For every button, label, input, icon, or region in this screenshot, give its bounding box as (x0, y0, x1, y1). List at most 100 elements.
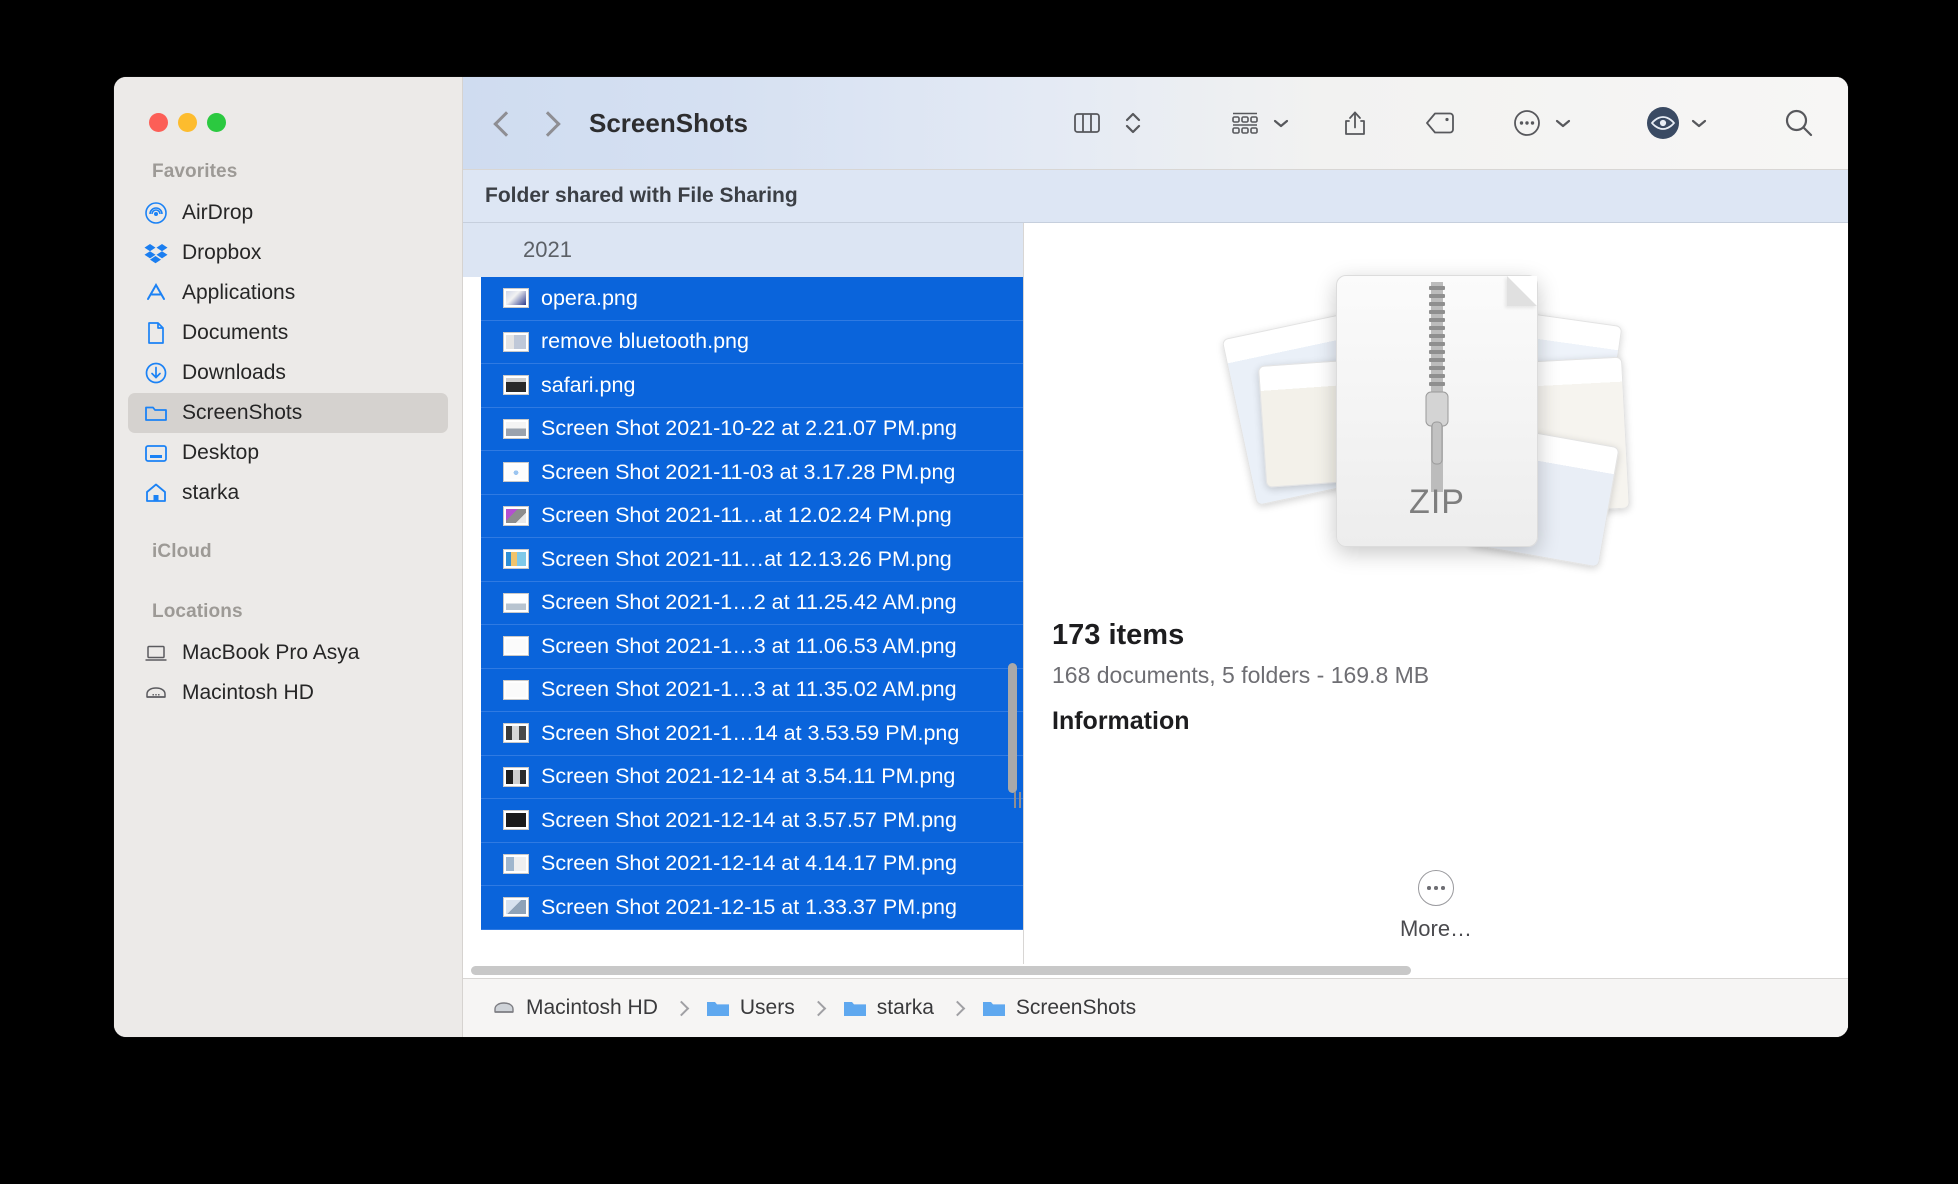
sidebar-item-label: ScreenShots (182, 401, 303, 424)
chevron-right-icon (949, 1000, 966, 1016)
list-item[interactable]: Screen Shot 2021-12-14 at 4.14.17 PM.png (481, 842, 1023, 886)
group-icon[interactable] (1222, 103, 1268, 143)
share-button[interactable] (1332, 103, 1378, 143)
more-actions-icon[interactable] (1504, 103, 1550, 143)
list-item[interactable]: Screen Shot 2021-11…at 12.02.24 PM.png (481, 494, 1023, 538)
sidebar-section-title: iCloud (152, 541, 212, 562)
close-button[interactable] (149, 112, 168, 132)
sidebar-item-screenshots[interactable]: ScreenShots (128, 393, 448, 433)
arrange-stepper-icon[interactable] (1110, 103, 1156, 143)
window-body: Favorites AirDrop Dropbox Applications D… (114, 77, 1848, 1037)
horizontal-scrollbar-thumb[interactable] (471, 966, 1411, 975)
file-name: Screen Shot 2021-12-14 at 3.57.57 PM.png (541, 807, 957, 832)
minimize-button[interactable] (178, 112, 197, 132)
file-name: Screen Shot 2021-1…3 at 11.35.02 AM.png (541, 677, 957, 702)
breadcrumb-item-starka[interactable]: starka (842, 996, 934, 1020)
information-heading: Information (1052, 707, 1190, 735)
file-name: Screen Shot 2021-1…14 at 3.53.59 PM.png (541, 720, 960, 745)
folder-blue-icon (842, 997, 868, 1019)
search-icon[interactable] (1776, 103, 1822, 143)
breadcrumb-item-macintosh-hd[interactable]: Macintosh HD (491, 996, 658, 1020)
chevron-down-icon[interactable] (1270, 112, 1292, 134)
sidebar-item-label: starka (182, 481, 240, 504)
list-item[interactable]: Screen Shot 2021-11…at 12.13.26 PM.png (481, 538, 1023, 582)
forward-button[interactable] (539, 109, 555, 137)
file-name: Screen Shot 2021-11…at 12.02.24 PM.png (541, 503, 952, 528)
image-thumb-icon (503, 636, 529, 657)
window-controls (114, 77, 462, 133)
sidebar-item-label: Macintosh HD (182, 681, 314, 704)
document-icon (144, 321, 168, 345)
vertical-scrollbar[interactable] (1008, 663, 1017, 793)
file-list[interactable]: opera.png remove bluetooth.png safari.pn… (463, 277, 1023, 978)
sidebar-item-airdrop[interactable]: AirDrop (128, 193, 448, 233)
laptop-icon (144, 641, 168, 665)
image-thumb-icon (503, 897, 529, 918)
list-item[interactable]: Screen Shot 2021-1…14 at 3.53.59 PM.png (481, 712, 1023, 756)
list-item[interactable]: Screen Shot 2021-1…2 at 11.25.42 AM.png (481, 581, 1023, 625)
zip-preview-illustration: ZIP (1221, 265, 1646, 585)
image-thumb-icon (503, 288, 529, 309)
share-banner: Folder shared with File Sharing (463, 170, 1848, 223)
back-button[interactable] (495, 109, 511, 137)
sidebar-item-macbook-pro-asya[interactable]: MacBook Pro Asya (128, 633, 448, 673)
navigation-buttons (495, 109, 555, 137)
chevron-down-icon[interactable] (1688, 112, 1710, 134)
sidebar-item-desktop[interactable]: Desktop (128, 433, 448, 473)
sidebar-item-applications[interactable]: Applications (128, 273, 448, 313)
list-item[interactable]: safari.png (481, 364, 1023, 408)
list-item[interactable]: Screen Shot 2021-12-14 at 3.57.57 PM.png (481, 799, 1023, 843)
column-view-button[interactable] (1064, 103, 1110, 143)
airdrop-icon (144, 201, 168, 225)
home-icon (144, 481, 168, 505)
eye-icon[interactable] (1640, 103, 1686, 143)
sidebar-item-macintosh-hd[interactable]: Macintosh HD (128, 673, 448, 713)
list-item[interactable]: Screen Shot 2021-10-22 at 2.21.07 PM.png (481, 407, 1023, 451)
more-actions-control (1504, 103, 1574, 143)
zoom-button[interactable] (207, 112, 226, 132)
more-button[interactable]: More… (1024, 870, 1848, 942)
harddisk-icon (491, 997, 517, 1019)
image-thumb-icon (503, 853, 529, 874)
chevron-right-icon (673, 1000, 690, 1016)
page-title: ScreenShots (589, 107, 748, 138)
more-label: More… (1399, 916, 1473, 941)
folder-blue-icon (981, 997, 1007, 1019)
quicklook-control (1640, 103, 1710, 143)
group-by-control (1222, 103, 1292, 143)
list-item[interactable]: Screen Shot 2021-12-14 at 3.54.11 PM.png (481, 755, 1023, 799)
file-name: opera.png (541, 285, 638, 310)
file-name: safari.png (541, 372, 636, 397)
main-area: ScreenShots Folder shared with File Shar… (463, 77, 1848, 1037)
sidebar-item-documents[interactable]: Documents (128, 313, 448, 353)
sidebar-item-starka[interactable]: starka (128, 473, 448, 513)
sidebar-section-title: Favorites (152, 161, 238, 182)
column-resize-handle[interactable] (1010, 789, 1024, 811)
list-item[interactable]: Screen Shot 2021-12-15 at 1.33.37 PM.png (481, 886, 1023, 930)
list-item[interactable]: Screen Shot 2021-1…3 at 11.35.02 AM.png (481, 668, 1023, 712)
dropbox-icon (144, 241, 168, 265)
breadcrumb-item-users[interactable]: Users (705, 996, 795, 1020)
list-item[interactable]: opera.png (481, 277, 1023, 321)
folder-icon (144, 401, 168, 425)
list-item[interactable]: Screen Shot 2021-1…3 at 11.06.53 AM.png (481, 625, 1023, 669)
sidebar-item-dropbox[interactable]: Dropbox (128, 233, 448, 273)
sidebar-item-label: Downloads (182, 361, 286, 384)
zipper-graphic (1425, 282, 1449, 492)
list-item[interactable]: remove bluetooth.png (481, 320, 1023, 364)
sidebar-item-downloads[interactable]: Downloads (128, 353, 448, 393)
image-thumb-icon (503, 505, 529, 526)
list-item[interactable]: Screen Shot 2021-11-03 at 3.17.28 PM.png (481, 451, 1023, 495)
file-name: Screen Shot 2021-1…2 at 11.25.42 AM.png (541, 590, 957, 615)
breadcrumb-label: Macintosh HD (526, 996, 658, 1019)
file-name: Screen Shot 2021-12-15 at 1.33.37 PM.png (541, 894, 957, 919)
sidebar-item-label: AirDrop (182, 201, 254, 224)
image-thumb-icon (503, 679, 529, 700)
breadcrumb-item-screenshots[interactable]: ScreenShots (981, 996, 1136, 1020)
chevron-down-icon[interactable] (1552, 112, 1574, 134)
zip-label: ZIP (1409, 483, 1465, 521)
sidebar-section-icloud: iCloud (114, 541, 462, 573)
tags-button[interactable] (1418, 103, 1464, 143)
info-fade-overlay (1024, 811, 1848, 853)
preview-info-block: 173 items 168 documents, 5 folders - 169… (1024, 619, 1848, 736)
